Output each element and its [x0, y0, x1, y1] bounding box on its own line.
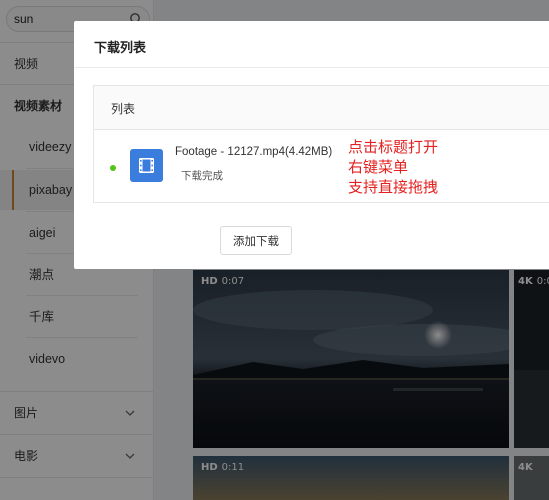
download-file-title[interactable]: Footage - 12127.mp4(4.42MB): [175, 146, 332, 158]
usage-hint: 点击标题打开 右键菜单 支持直接拖拽: [348, 137, 438, 197]
hint-line: 支持直接拖拽: [348, 178, 439, 196]
download-item[interactable]: Footage - 12127.mp4(4.42MB) 下载完成 点击标题打开 …: [94, 131, 549, 203]
status-dot-icon: [110, 165, 116, 171]
video-file-icon: [130, 149, 163, 182]
download-list-panel: 列表 Footage - 12127.mp4(4.42MB) 下载完成 点击标题…: [93, 85, 549, 203]
list-header-title: 列表: [111, 102, 136, 116]
download-status: 下载完成: [181, 170, 223, 182]
download-list-dialog: 下载列表 列表 Footage - 12127.mp4(4.42MB) 下载完成…: [74, 21, 549, 269]
dialog-header-divider: [74, 67, 549, 68]
list-header: 列表: [94, 86, 549, 130]
add-download-button[interactable]: 添加下载: [220, 226, 292, 255]
hint-line: 点击标题打开: [348, 138, 439, 156]
dialog-title: 下载列表: [94, 41, 147, 56]
hint-line: 右键菜单: [348, 158, 409, 176]
